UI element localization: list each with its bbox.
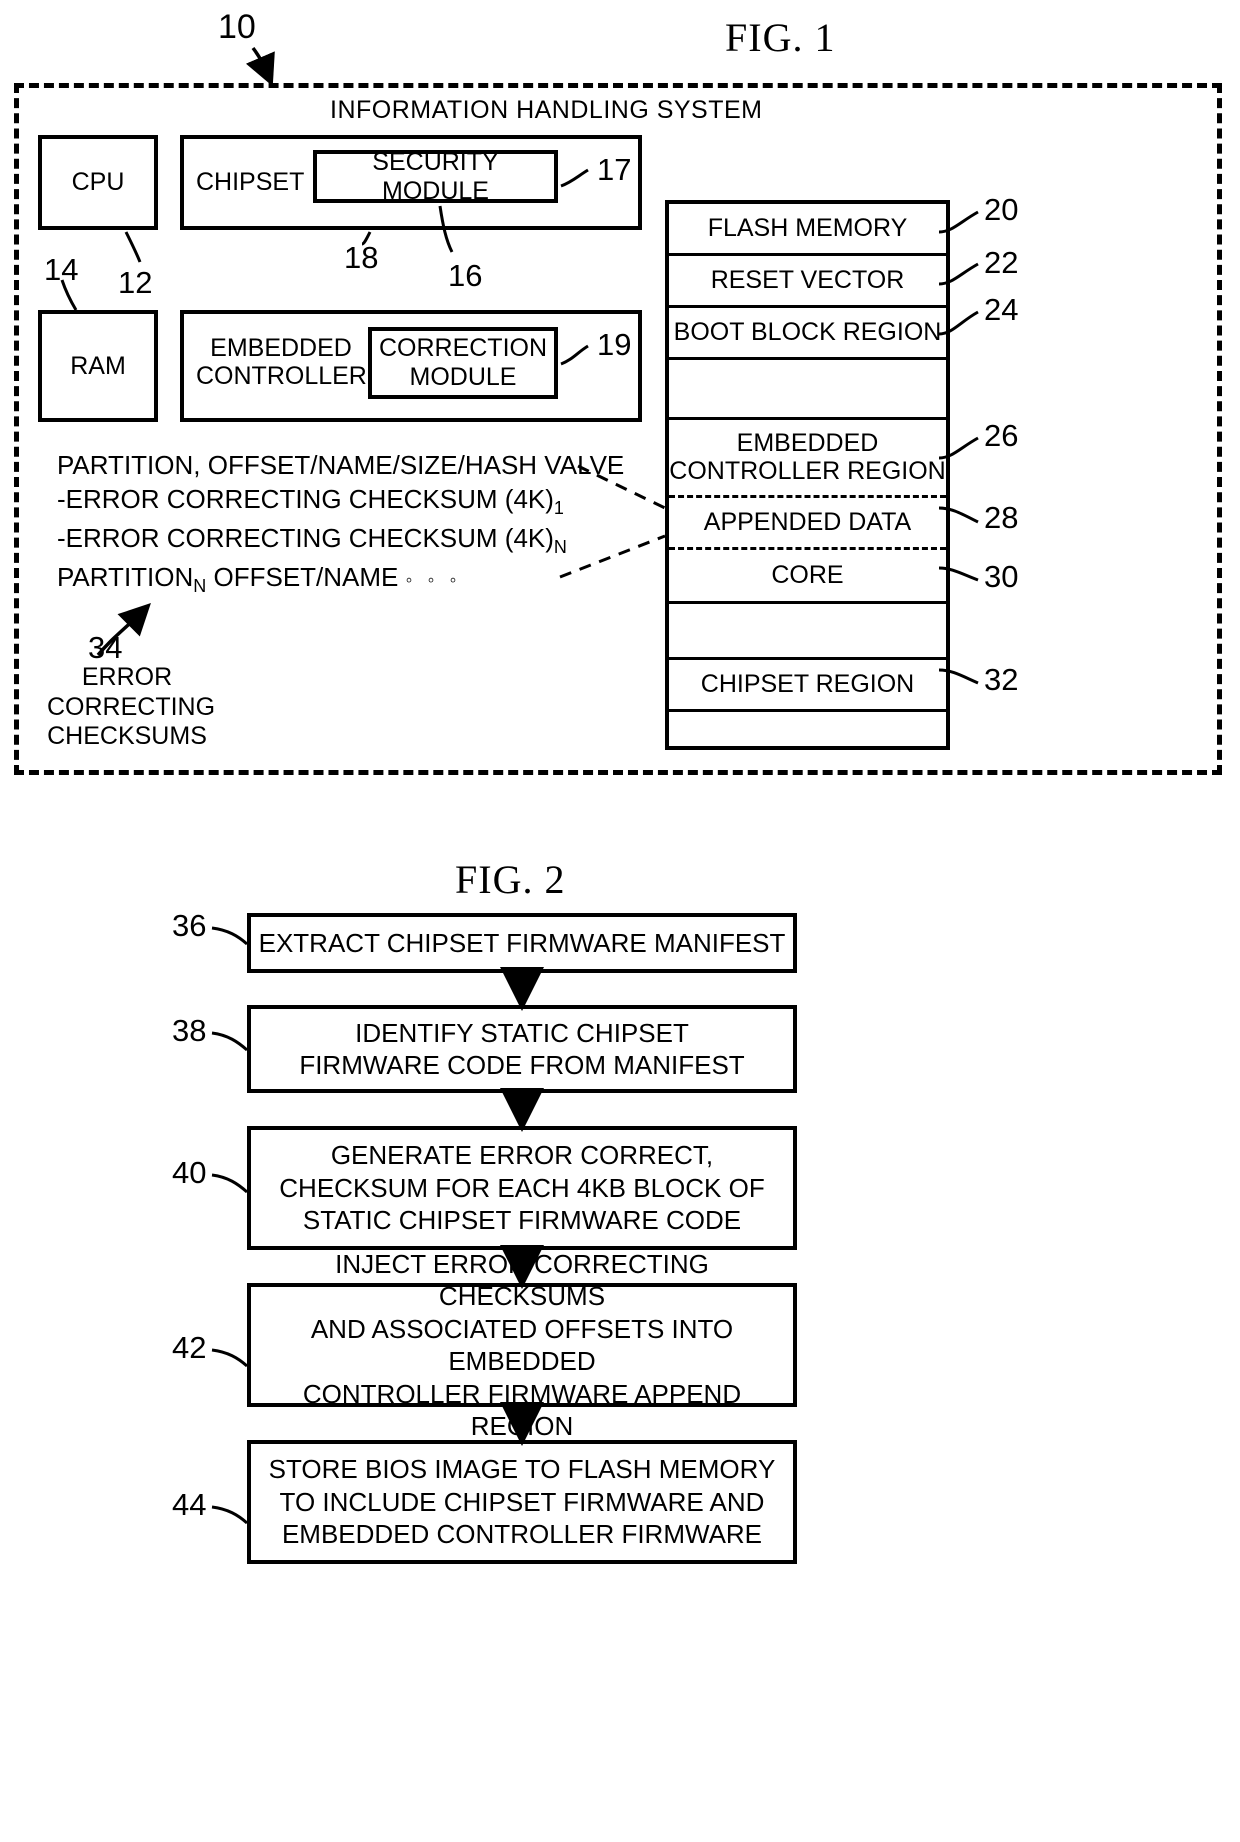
reference-numeral-28: 28	[984, 500, 1019, 535]
patent-drawing-page: FIG. 1 INFORMATION HANDLING SYSTEM 10 CP…	[0, 0, 1240, 1842]
flash-memory-row	[669, 604, 946, 660]
ecc-caption-line2: CORRECTING	[47, 692, 216, 721]
flowchart-step-36: EXTRACT CHIPSET FIRMWARE MANIFEST	[247, 913, 797, 973]
manifest-line-2-subscript: 1	[553, 498, 564, 519]
ram-block: RAM	[38, 310, 158, 422]
reference-numeral-30: 30	[984, 559, 1019, 594]
manifest-line-2: -ERROR CORRECTING CHECKSUM (4K)1	[57, 482, 624, 521]
flash-memory-row	[669, 712, 946, 760]
reference-numeral-20: 20	[984, 192, 1019, 227]
flash-memory-row: CHIPSET REGION	[669, 660, 946, 712]
flash-memory-row: CORE	[669, 550, 946, 604]
correction-module-block: CORRECTION MODULE	[368, 327, 558, 399]
figure-2-title: FIG. 2	[455, 857, 566, 902]
flash-memory-row-label: CORE	[771, 560, 844, 589]
reference-numeral-44: 44	[172, 1487, 207, 1522]
embedded-controller-label: EMBEDDED CONTROLLER	[196, 334, 367, 390]
reference-numeral-14: 14	[44, 252, 79, 287]
figure-1-title: FIG. 1	[725, 15, 836, 60]
flash-memory-row-label: RESET VECTOR	[710, 265, 905, 294]
reference-numeral-22: 22	[984, 245, 1019, 280]
reference-numeral-32: 32	[984, 662, 1019, 697]
reference-numeral-10: 10	[218, 8, 256, 46]
reference-numeral-18: 18	[344, 240, 379, 275]
flash-memory-row-label: APPENDED DATA	[703, 507, 912, 536]
error-correcting-checksums-caption: ERROR CORRECTING CHECKSUMS	[47, 663, 215, 752]
manifest-line-3: -ERROR CORRECTING CHECKSUM (4K)N	[57, 521, 624, 560]
manifest-line-1: PARTITION, OFFSET/NAME/SIZE/HASH VALVE	[57, 450, 625, 480]
cpu-block: CPU	[38, 135, 158, 230]
reference-numeral-19: 19	[597, 327, 632, 362]
flowchart-step-42-text: INJECT ERROR CORRECTING CHECKSUMS AND ASS…	[302, 1248, 742, 1442]
reference-numeral-26: 26	[984, 418, 1019, 453]
flash-memory-stack: FLASH MEMORY RESET VECTOR BOOT BLOCK REGIO…	[665, 200, 950, 750]
reference-numeral-24: 24	[984, 292, 1019, 327]
flash-memory-row: RESET VECTOR	[669, 256, 946, 308]
manifest-line-4: PARTITIONN OFFSET/NAME ◦ ◦ ◦	[57, 560, 624, 599]
flowchart-step-38: IDENTIFY STATIC CHIPSET FIRMWARE CODE FRO…	[247, 1005, 797, 1093]
manifest-line-4-rest: OFFSET/NAME	[206, 562, 399, 593]
chipset-label: CHIPSET	[196, 168, 305, 196]
reference-numeral-36: 36	[172, 908, 207, 943]
flowchart-step-40: GENERATE ERROR CORRECT, CHECKSUM FOR EACH…	[247, 1126, 797, 1250]
information-handling-system-label: INFORMATION HANDLING SYSTEM	[330, 96, 763, 124]
reference-numeral-40: 40	[172, 1155, 207, 1190]
flowchart-step-40-text: GENERATE ERROR CORRECT, CHECKSUM FOR EACH…	[279, 1140, 765, 1236]
manifest-line-3-subscript: N	[553, 537, 567, 558]
flash-memory-row-label: BOOT BLOCK REGION	[673, 317, 942, 346]
flash-memory-row: BOOT BLOCK REGION	[669, 308, 946, 360]
reference-numeral-17: 17	[597, 152, 632, 187]
flash-memory-row: APPENDED DATA	[669, 498, 946, 550]
reference-numeral-38: 38	[172, 1013, 207, 1048]
security-module-block: SECURITY MODULE	[313, 147, 558, 205]
correction-module-label-line1: CORRECTION	[378, 334, 548, 363]
flowchart-step-38-text: IDENTIFY STATIC CHIPSET FIRMWARE CODE FRO…	[299, 1017, 745, 1081]
flash-memory-row	[669, 360, 946, 420]
reference-numeral-16: 16	[448, 258, 483, 293]
leader-line-10	[245, 46, 275, 87]
flash-memory-row-label: FLASH MEMORY	[707, 213, 908, 242]
flash-memory-row: FLASH MEMORY	[669, 204, 946, 256]
flowchart-step-44: STORE BIOS IMAGE TO FLASH MEMORY TO INCLU…	[247, 1440, 797, 1564]
leader-line-40	[211, 1173, 248, 1194]
correction-module-label-line2: MODULE	[409, 363, 517, 391]
cpu-label: CPU	[71, 168, 125, 197]
manifest-ellipsis-dots: ◦ ◦ ◦	[405, 570, 462, 592]
flash-memory-row-label: EMBEDDED CONTROLLER REGION	[669, 429, 946, 485]
manifest-line-2-text: -ERROR CORRECTING CHECKSUM (4K)	[57, 484, 554, 515]
leader-line-42	[211, 1348, 248, 1368]
reference-numeral-12: 12	[118, 265, 153, 300]
flash-memory-row-label: CHIPSET REGION	[700, 669, 915, 698]
leader-line-36	[211, 926, 248, 946]
manifest-text-block: PARTITION, OFFSET/NAME/SIZE/HASH VALVE -…	[57, 448, 624, 599]
manifest-line-4-subscript: N	[193, 576, 207, 597]
embedded-controller-label-line2: CONTROLLER	[196, 362, 367, 390]
flowchart-step-36-text: EXTRACT CHIPSET FIRMWARE MANIFEST	[258, 927, 786, 958]
ecc-caption-line1: ERROR	[81, 663, 173, 691]
embedded-controller-label-line1: EMBEDDED	[210, 334, 352, 362]
flash-memory-row: EMBEDDED CONTROLLER REGION	[669, 420, 946, 498]
ecc-caption-line3: CHECKSUMS	[47, 722, 207, 750]
leader-line-44	[211, 1505, 248, 1525]
reference-numeral-42: 42	[172, 1330, 207, 1365]
manifest-line-3-text: -ERROR CORRECTING CHECKSUM (4K)	[57, 523, 554, 554]
leader-line-38	[211, 1031, 248, 1052]
reference-numeral-34: 34	[88, 630, 123, 665]
manifest-line-4-text: PARTITION	[57, 562, 194, 593]
ram-label: RAM	[70, 351, 126, 380]
flowchart-step-42: INJECT ERROR CORRECTING CHECKSUMS AND ASS…	[247, 1249, 797, 1441]
flowchart-step-44-text: STORE BIOS IMAGE TO FLASH MEMORY TO INCLU…	[268, 1454, 776, 1550]
security-module-label: SECURITY MODULE	[372, 147, 499, 205]
